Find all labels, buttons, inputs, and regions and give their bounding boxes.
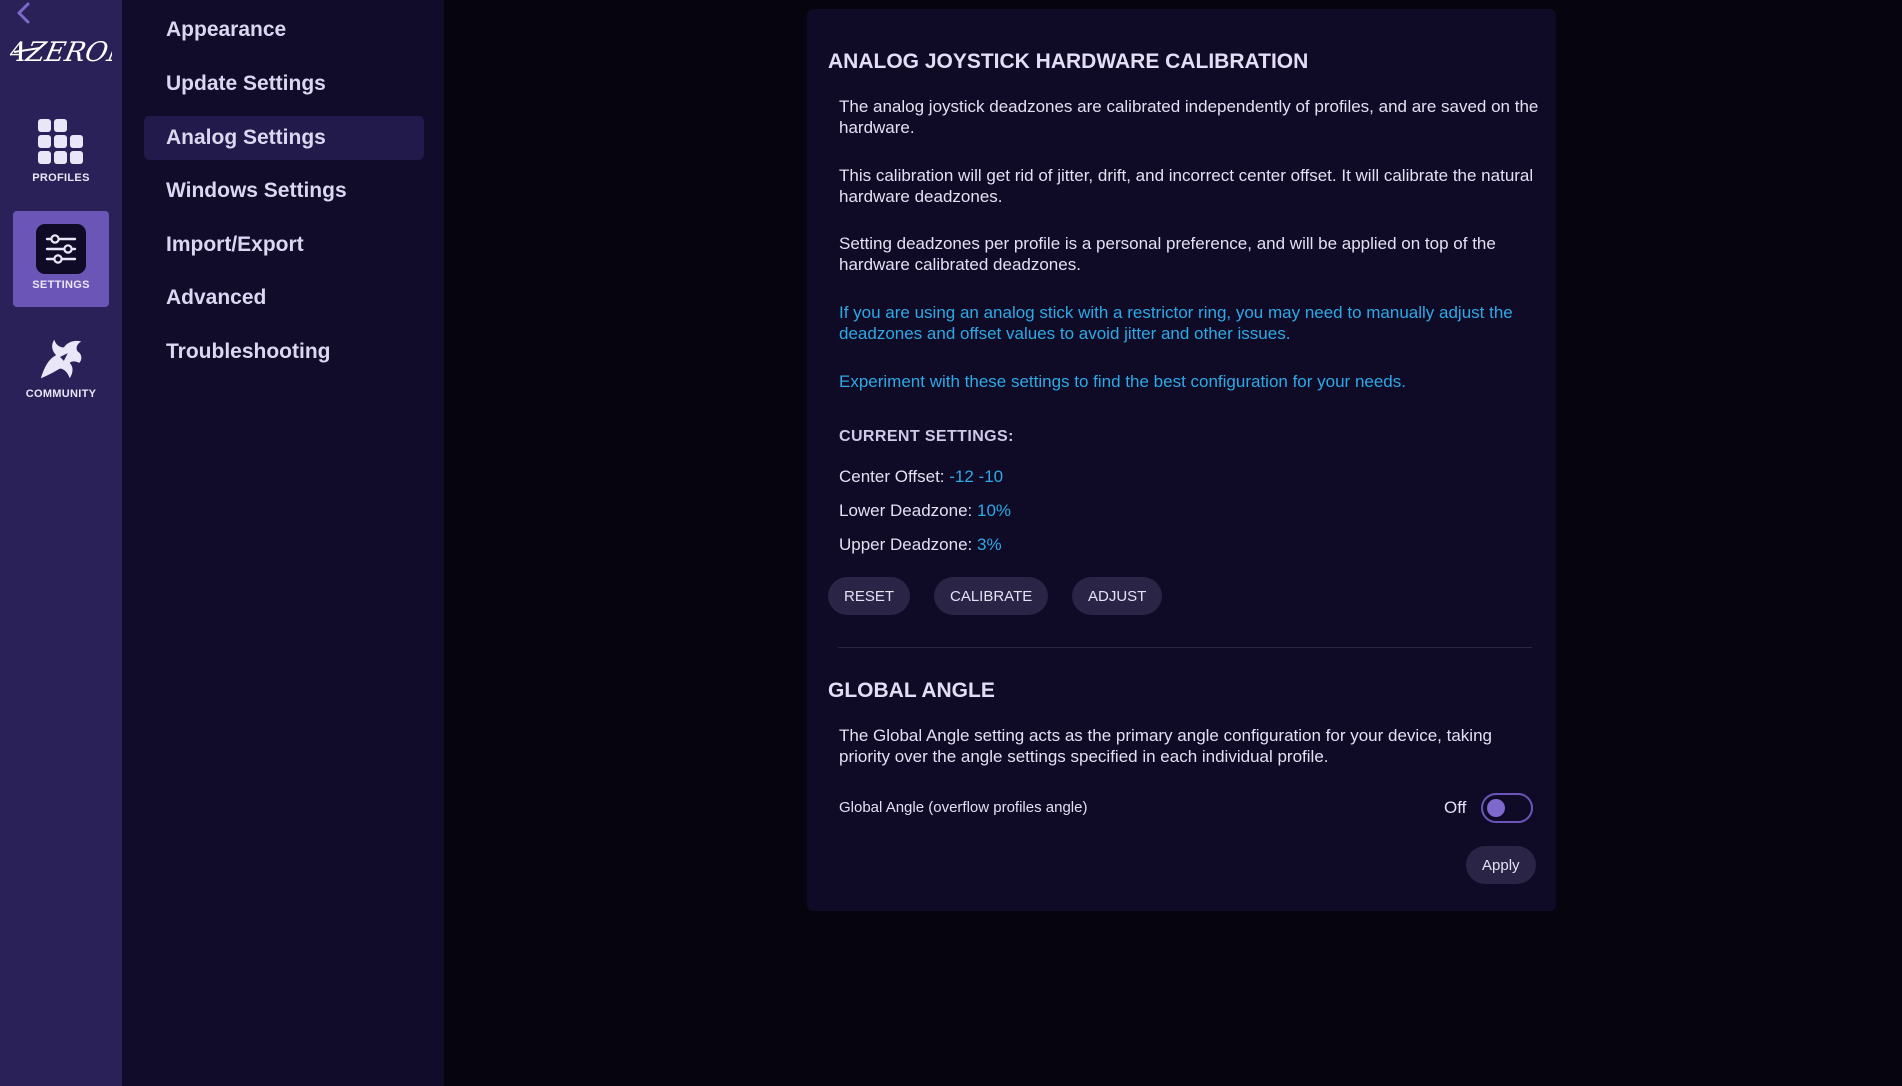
rail-item-profiles[interactable]: PROFILES [13,104,109,200]
rail-item-settings[interactable]: SETTINGS [13,211,109,307]
settings-nav: Appearance Update Settings Analog Settin… [122,0,444,1086]
azeron-logo: AZERON [1,30,136,72]
icon-rail: AZERON PROFILES SETTINGS COMMUNITY [0,0,136,1086]
rail-item-label: COMMUNITY [25,388,97,400]
calibration-paragraph: This calibration will get rid of jitter,… [839,166,1534,206]
adjust-button[interactable]: ADJUST [1072,577,1163,615]
upper-deadzone-row: Upper Deadzone: 3% [839,535,1002,555]
calibration-paragraph: Setting deadzones per profile is a perso… [839,234,1496,274]
upper-deadzone-label: Upper Deadzone: [839,535,977,554]
app-window: AZERON PROFILES SETTINGS COMMUNITY Appea… [0,0,1902,1086]
experiment-note: Experiment with these settings to find t… [839,372,1406,391]
center-offset-label: Center Offset: [839,467,950,486]
calibrate-button[interactable]: CALIBRATE [934,577,1049,615]
restrictor-ring-note: If you are using an analog stick with a … [839,303,1513,343]
global-angle-toggle[interactable] [1481,793,1533,823]
section-divider [838,647,1532,648]
global-angle-toggle-label: Global Angle (overflow profiles angle) [839,799,1088,816]
center-offset-value: -12 -10 [949,467,1004,486]
chevron-left-icon [17,2,30,24]
toggle-knob [1487,799,1505,817]
rail-item-community[interactable]: COMMUNITY [13,320,109,416]
apply-button[interactable]: Apply [1466,846,1536,884]
nav-item-troubleshooting[interactable]: Troubleshooting [144,330,424,374]
calibration-title: ANALOG JOYSTICK HARDWARE CALIBRATION [828,50,1309,73]
global-angle-title: GLOBAL ANGLE [828,679,995,702]
lower-deadzone-row: Lower Deadzone: 10% [839,501,1011,521]
rail-item-label: SETTINGS [32,279,90,291]
current-settings-heading: CURRENT SETTINGS: [839,428,1014,445]
grid-icon [35,116,87,168]
dragon-icon [35,332,87,384]
lower-deadzone-value: 10% [976,501,1012,520]
nav-item-windows-settings[interactable]: Windows Settings [144,169,424,213]
nav-item-analog-settings[interactable]: Analog Settings [144,116,424,160]
nav-item-update-settings[interactable]: Update Settings [144,62,424,106]
nav-item-import-export[interactable]: Import/Export [144,223,424,267]
reset-button[interactable]: RESET [828,577,911,615]
sliders-icon [35,223,87,275]
analog-settings-card: ANALOG JOYSTICK HARDWARE CALIBRATION The… [807,9,1556,911]
global-angle-description: The Global Angle setting acts as the pri… [839,726,1492,766]
svg-text:AZERON: AZERON [10,37,112,68]
lower-deadzone-label: Lower Deadzone: [839,501,977,520]
nav-item-advanced[interactable]: Advanced [144,276,424,320]
rail-item-label: PROFILES [32,172,90,184]
nav-item-appearance[interactable]: Appearance [144,8,424,52]
calibration-paragraph: The analog joystick deadzones are calibr… [839,97,1539,137]
upper-deadzone-value: 3% [976,535,1002,554]
center-offset-row: Center Offset: -12 -10 [839,467,1003,487]
back-button[interactable] [12,2,34,24]
toggle-state-label: Off [1444,798,1467,817]
